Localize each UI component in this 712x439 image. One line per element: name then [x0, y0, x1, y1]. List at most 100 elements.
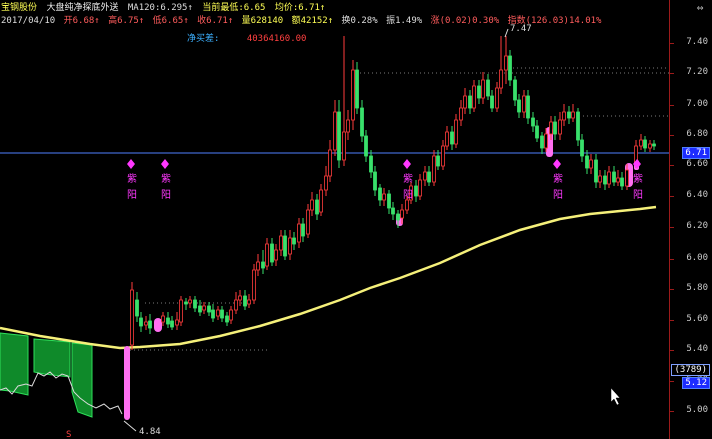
candle-body [229, 309, 233, 321]
candle-body [427, 171, 431, 183]
candle-body [571, 111, 575, 119]
mouse-cursor-icon [610, 387, 621, 406]
dotted-lines [130, 67, 670, 351]
candle-body [188, 299, 192, 304]
candle-body [612, 171, 616, 183]
svg-text:紫: 紫 [553, 173, 563, 185]
candle-body [580, 139, 584, 157]
candle-body [288, 237, 292, 255]
svg-text:阳: 阳 [161, 189, 171, 201]
candle-body [346, 119, 350, 133]
candle-body [135, 299, 139, 317]
candle-body [391, 207, 395, 215]
candle-body [549, 121, 553, 135]
candle-body [279, 235, 283, 251]
axis-tick-mark [670, 320, 674, 321]
candle-body [585, 155, 589, 169]
candle-body [225, 315, 229, 323]
signal-marker-3: 紫 阳 [403, 159, 413, 201]
candle-body [243, 295, 247, 307]
high-price-label: 7.47 [510, 24, 532, 34]
candle-body [432, 155, 436, 183]
axis-tick: 5.60 [686, 314, 708, 324]
candle-body [643, 139, 647, 149]
candle-body [247, 299, 251, 305]
candle-body [522, 95, 526, 113]
low-pointer [123, 420, 137, 432]
candle-body [423, 171, 427, 181]
candle-body [472, 85, 476, 109]
candle-body [531, 117, 535, 127]
candle-body [405, 199, 409, 211]
candle-body [292, 237, 296, 245]
candle-body [639, 139, 643, 147]
signal-marker-2: 紫 阳 [161, 159, 171, 201]
candle-body [495, 87, 499, 109]
axis-tick: 6.60 [686, 159, 708, 169]
candle-body [603, 175, 607, 185]
axis-tick: 6.80 [686, 129, 708, 139]
candle-body [576, 111, 580, 141]
candle-body [513, 79, 517, 101]
axis-tick: 6.00 [686, 253, 708, 263]
candle-body [256, 261, 260, 271]
candle-body [193, 299, 197, 309]
axis-tick: 6.40 [686, 190, 708, 200]
candle-body [261, 261, 265, 269]
ma120-line [0, 205, 657, 350]
candle-body [238, 295, 242, 301]
candle-body [441, 145, 445, 167]
candle-body [481, 79, 485, 99]
candle-body [396, 213, 400, 221]
signal-bar-big [124, 346, 130, 420]
candle-body [567, 111, 571, 119]
svg-text:阳: 阳 [633, 189, 643, 201]
candle-body [184, 301, 188, 305]
candle-body [301, 223, 305, 237]
kline-chart[interactable]: 7.47 4.84 S 紫 阳 紫 阳 紫 阳 紫 阳 紫 阳 [0, 0, 670, 439]
candle-body [179, 299, 183, 323]
axis-tick-mark [670, 73, 674, 74]
axis-tick-mark [670, 196, 674, 197]
price-box-top: (3789) [671, 364, 710, 376]
candle-body [355, 69, 359, 109]
candle-body [274, 249, 278, 261]
candle-body [198, 305, 202, 313]
candle-body [234, 299, 238, 311]
axis-tick-mark [670, 227, 674, 228]
candle-body [211, 309, 215, 319]
signal-marker-1: 紫 阳 [127, 159, 137, 201]
candle-body [607, 171, 611, 185]
svg-text:紫: 紫 [633, 173, 643, 185]
price-axis[interactable]: 7.40 7.20 7.00 6.80 6.60 6.40 6.20 6.00 5.80 5.60… [669, 0, 712, 439]
candle-body [454, 119, 458, 145]
candle-body [373, 171, 377, 191]
svg-text:阳: 阳 [553, 189, 563, 201]
low-price-label: 4.84 [139, 427, 161, 437]
candle-body [207, 305, 211, 313]
candle-body [328, 149, 332, 177]
candle-body [652, 143, 656, 147]
svg-text:阳: 阳 [127, 189, 137, 201]
axis-tick: 7.20 [686, 67, 708, 77]
signal-bar-2 [154, 318, 162, 332]
axis-tick: 7.00 [686, 99, 708, 109]
candle-body [526, 95, 530, 119]
axis-tick: 5.40 [686, 344, 708, 354]
candle-body [486, 79, 490, 97]
candle-body [382, 193, 386, 201]
axis-tick: 6.20 [686, 221, 708, 231]
axis-tick-mark [670, 259, 674, 260]
candle-body [360, 107, 364, 137]
axis-tick-mark [670, 381, 674, 382]
candle-body [387, 193, 391, 209]
axis-tick-mark [670, 289, 674, 290]
candle-body [148, 320, 152, 329]
candle-body [364, 135, 368, 157]
candle-body [202, 305, 206, 311]
candle-body [418, 179, 422, 197]
candle-body [337, 111, 341, 161]
candle-body [477, 85, 481, 99]
candlesticks [130, 36, 656, 350]
candle-body [342, 131, 346, 161]
